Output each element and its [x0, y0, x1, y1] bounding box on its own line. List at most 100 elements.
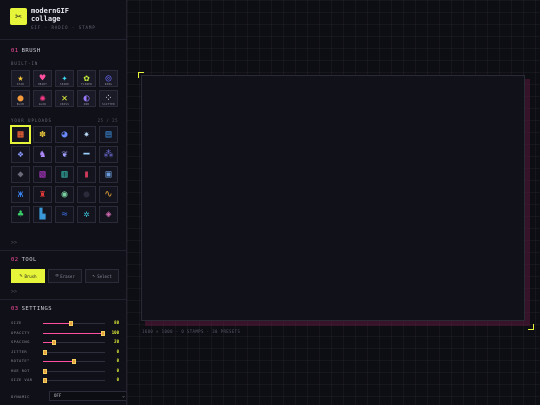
brush-label: CROSS [59, 103, 70, 106]
settings-section-header[interactable]: 03 SETTINGS [11, 305, 52, 313]
slider-thumb[interactable] [43, 378, 47, 383]
setting-slider[interactable] [43, 321, 105, 326]
brand-nav[interactable]: GIF · RADIO · STAMP [31, 25, 96, 30]
cactus-image-icon: ♣ [17, 208, 24, 220]
setting-row: SIZE VAR 0 [11, 376, 119, 385]
slider-thumb[interactable] [52, 340, 57, 345]
upload-thumbnail[interactable]: ✲ [77, 206, 96, 223]
upload-thumbnail[interactable]: ◆ [11, 166, 30, 183]
brush-preset[interactable]: ✿ FLOWER [77, 70, 96, 87]
upload-thumbnail[interactable]: ▮ [77, 166, 96, 183]
disc-image-icon: ◉ [61, 188, 68, 200]
setting-label: JITTER [11, 348, 28, 354]
brush-preset[interactable]: ✺ GLOW [33, 90, 52, 107]
upload-thumbnail[interactable]: ▣ [99, 166, 118, 183]
setting-value: 100 [111, 329, 119, 335]
setting-label: SIZE [11, 320, 22, 325]
bird-image-icon: ❦ [61, 148, 68, 160]
cursor-icon: ↖ [92, 273, 96, 279]
figure-image-icon: ♞ [39, 148, 46, 160]
upload-thumbnail[interactable]: ♣ [11, 206, 30, 223]
laser-image-icon: ━ [83, 148, 90, 160]
brush-preset[interactable]: ● BLOB [11, 90, 30, 107]
neon-image-icon: ▧ [39, 168, 46, 180]
setting-slider[interactable] [43, 349, 105, 355]
upload-thumbnail[interactable]: ━ [77, 146, 96, 163]
brush-section-header[interactable]: 01 BRUSH [11, 47, 41, 55]
setting-row: HUE ROT 0 [11, 367, 119, 376]
slider-fill [43, 361, 74, 362]
setting-row: OPACITY 100 [11, 329, 119, 338]
sky-image-icon: ▤ [105, 128, 112, 140]
eyes-image-icon: ◕ [61, 128, 68, 140]
brush-label: ORB [83, 103, 90, 106]
brush-preset[interactable]: ★ STAR [11, 70, 30, 87]
upload-thumbnail[interactable]: ● [77, 186, 96, 203]
brush-label: RING [104, 83, 113, 86]
setting-slider[interactable] [43, 359, 105, 364]
upload-thumbnail[interactable]: ▧ [33, 166, 52, 183]
tool-brush-button[interactable]: ✎ Brush [11, 269, 45, 283]
brush-preset[interactable]: ⁘ SCATTER [99, 90, 118, 107]
divider [0, 39, 126, 40]
drawing-canvas[interactable] [141, 75, 525, 321]
rainbow-image-icon: ▦ [17, 128, 24, 140]
upload-thumbnail[interactable]: ◈ [99, 206, 118, 223]
tool-eraser-button[interactable]: ⌫ Eraser [48, 269, 82, 283]
upload-thumbnail[interactable]: ✽ [33, 126, 52, 143]
upload-thumbnail[interactable]: ▥ [55, 166, 74, 183]
brush-preset[interactable]: ◐ ORB [77, 90, 96, 107]
upload-thumbnail[interactable]: ≈ [55, 206, 74, 223]
setting-slider[interactable] [43, 368, 105, 374]
brush-collapse-toggle[interactable]: >> [11, 241, 17, 246]
corner-marker [138, 72, 144, 78]
setting-slider[interactable] [43, 330, 105, 336]
canvas-area: 1600 × 1000 · 0 STAMPS · 30 PRESETS [127, 0, 540, 405]
upload-thumbnail[interactable]: ▤ [99, 126, 118, 143]
brush-preset[interactable]: ✕ CROSS [55, 90, 74, 107]
upload-thumbnail[interactable]: ▦ [11, 126, 30, 143]
dynamic-select[interactable]: OFF ⌄ [49, 391, 126, 401]
wave-image-icon: ∿ [104, 188, 113, 200]
pencil-icon: ✎ [19, 273, 23, 279]
dynamic-value: OFF [54, 393, 62, 398]
city-image-icon: ▙ [39, 208, 46, 220]
crystal-image-icon: ❖ [17, 148, 24, 160]
rain-image-icon: ▥ [61, 168, 68, 180]
slider-thumb[interactable] [68, 321, 73, 326]
upload-thumbnail[interactable]: ◕ [55, 126, 74, 143]
brush-label: BLOB [16, 103, 25, 106]
ocean-image-icon: ≈ [61, 208, 68, 220]
slider-thumb[interactable] [72, 359, 76, 364]
slider-thumb[interactable] [43, 368, 47, 374]
dynamic-label: DYNAMIC [11, 394, 30, 399]
upload-thumbnail[interactable]: ❦ [55, 146, 74, 163]
upload-thumbnail[interactable]: ∿ [99, 186, 118, 203]
resize-handle[interactable] [528, 324, 534, 330]
tool-collapse-toggle[interactable]: >> [11, 290, 17, 295]
brush-label: HEART [37, 83, 48, 86]
upload-thumbnail[interactable]: ж [11, 186, 30, 203]
slider-thumb[interactable] [43, 349, 47, 355]
tool-section-header[interactable]: 02 TOOL [11, 256, 37, 264]
upload-thumbnail[interactable]: ◉ [55, 186, 74, 203]
upload-thumbnail[interactable]: ❖ [11, 146, 30, 163]
feather-image-icon: ✲ [83, 208, 90, 220]
setting-row: SIZE 80 [11, 319, 119, 328]
stars-image-icon: ⁂ [103, 148, 114, 160]
upload-thumbnail[interactable]: ▙ [33, 206, 52, 223]
setting-value: 0 [116, 377, 119, 382]
upload-thumbnail[interactable]: ✷ [77, 126, 96, 143]
upload-thumbnail[interactable]: ♜ [33, 186, 52, 203]
brush-preset[interactable]: ◎ RING [99, 70, 118, 87]
brush-preset[interactable]: ✦ SPARK [55, 70, 74, 87]
tool-select-button[interactable]: ↖ Select [85, 269, 119, 283]
upload-thumbnail[interactable]: ⁂ [99, 146, 118, 163]
eraser-icon: ⌫ [55, 273, 59, 279]
setting-slider[interactable] [43, 378, 105, 383]
brush-preset[interactable]: ♥ HEART [33, 70, 52, 87]
setting-slider[interactable] [43, 340, 105, 345]
upload-thumbnail[interactable]: ♞ [33, 146, 52, 163]
slider-thumb[interactable] [101, 330, 105, 336]
gem-image-icon: ◈ [105, 208, 112, 220]
